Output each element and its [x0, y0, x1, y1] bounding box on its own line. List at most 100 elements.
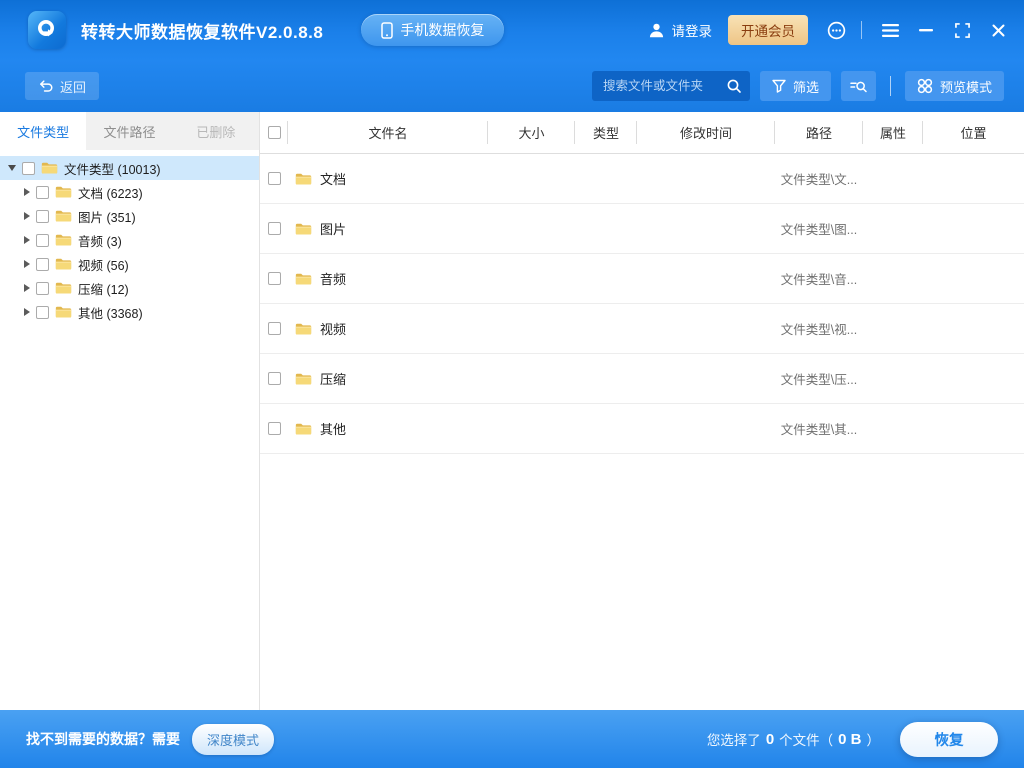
selection-mid: 个文件（ — [779, 733, 834, 748]
expand-caret-icon[interactable] — [24, 236, 30, 244]
preview-mode-label: 预览模式 — [939, 79, 992, 95]
file-type-tree: 文件类型 (10013) 文档 (6223) 图片 (351) 音频 (3) 视… — [0, 150, 259, 324]
selected-count: 0 — [765, 730, 775, 748]
checkbox[interactable] — [36, 305, 49, 319]
search-icon[interactable] — [726, 78, 742, 94]
expand-caret-icon[interactable] — [24, 308, 30, 316]
folder-icon — [55, 306, 72, 318]
filter-search-button[interactable] — [840, 71, 876, 101]
tree-item-label: 视频 (56) — [78, 258, 129, 273]
close-button[interactable] — [982, 14, 1014, 46]
back-button[interactable]: 返回 — [25, 72, 100, 100]
tree-item-file-type-root[interactable]: 文件类型 (10013) — [0, 156, 259, 180]
column-header-location: 位置 — [960, 126, 987, 141]
table-row[interactable]: 图片 文件类型\图... — [260, 204, 1024, 254]
column-header-filename: 文件名 — [288, 112, 488, 153]
tree-item-label: 图片 (351) — [78, 210, 136, 225]
tree-item-archive[interactable]: 压缩 (12) — [0, 276, 259, 300]
file-table: 文件名 大小 类型 修改时间 路径 属性 位置 文档 文件类型\文... 图片 … — [260, 112, 1024, 710]
folder-icon — [295, 323, 312, 335]
tree-item-label: 压缩 (12) — [78, 282, 129, 297]
preview-mode-button[interactable]: 预览模式 — [904, 71, 1004, 101]
folder-icon — [41, 162, 58, 174]
folder-icon — [295, 273, 312, 285]
row-checkbox[interactable] — [267, 372, 281, 385]
tab-file-path[interactable]: 文件路径 — [86, 112, 172, 150]
tree-item-label: 音频 (3) — [78, 234, 122, 249]
phone-recovery-button[interactable]: 手机数据恢复 — [361, 14, 505, 46]
file-name: 图片 — [320, 222, 347, 237]
tree-item-audio[interactable]: 音频 (3) — [0, 228, 259, 252]
select-all-cell — [260, 112, 288, 153]
phone-recovery-label: 手机数据恢复 — [400, 22, 485, 38]
menu-button[interactable] — [874, 14, 906, 46]
footer: 找不到需要的数据？需要 深度模式 您选择了 0 个文件（ 0 B ） 恢复 — [0, 710, 1024, 768]
tree-item-video[interactable]: 视频 (56) — [0, 252, 259, 276]
recover-button[interactable]: 恢复 — [900, 721, 998, 757]
checkbox[interactable] — [36, 281, 49, 295]
expand-caret-icon[interactable] — [24, 188, 30, 196]
file-path: 文件类型\压... — [780, 373, 858, 387]
file-name: 视频 — [320, 322, 347, 337]
row-checkbox[interactable] — [267, 222, 281, 235]
selection-prefix: 您选择了 — [706, 733, 761, 748]
table-row[interactable]: 音频 文件类型\音... — [260, 254, 1024, 304]
table-row[interactable]: 其他 文件类型\其... — [260, 404, 1024, 454]
selection-summary: 您选择了 0 个文件（ 0 B ） — [707, 729, 880, 749]
tab-file-type[interactable]: 文件类型 — [0, 112, 87, 150]
row-checkbox[interactable] — [267, 422, 281, 435]
row-checkbox[interactable] — [267, 322, 281, 335]
toolbar-right-group: 筛选 预览模式 — [591, 71, 1004, 101]
tree-item-other[interactable]: 其他 (3368) — [0, 300, 259, 324]
file-path: 文件类型\其... — [780, 423, 858, 437]
titlebar-controls: 请登录 开通会员 — [648, 14, 1015, 46]
folder-icon — [55, 258, 72, 270]
deep-mode-button[interactable]: 深度模式 — [192, 723, 275, 755]
checkbox[interactable] — [36, 209, 49, 223]
file-name: 压缩 — [320, 372, 347, 387]
app-title: 转转大师数据恢复软件V2.0.8.8 — [81, 22, 324, 42]
table-row[interactable]: 压缩 文件类型\压... — [260, 354, 1024, 404]
maximize-button[interactable] — [946, 14, 978, 46]
folder-icon — [55, 282, 72, 294]
file-name: 音频 — [320, 272, 347, 287]
file-path: 文件类型\音... — [780, 273, 858, 287]
table-row[interactable]: 文档 文件类型\文... — [260, 154, 1024, 204]
select-all-checkbox[interactable] — [267, 126, 281, 139]
filter-label: 筛选 — [792, 79, 819, 95]
row-checkbox[interactable] — [267, 172, 281, 185]
search-box[interactable] — [591, 71, 750, 101]
minimize-button[interactable] — [910, 14, 942, 46]
customer-service-icon[interactable] — [826, 20, 847, 41]
checkbox[interactable] — [36, 257, 49, 271]
tree-item-label: 文档 (6223) — [78, 186, 143, 201]
tree-item-images[interactable]: 图片 (351) — [0, 204, 259, 228]
filter-button[interactable]: 筛选 — [759, 71, 831, 101]
row-checkbox[interactable] — [267, 272, 281, 285]
folder-icon — [295, 173, 312, 185]
back-icon — [38, 79, 53, 93]
checkbox[interactable] — [36, 185, 49, 199]
preview-grid-icon — [917, 78, 933, 94]
expand-caret-icon[interactable] — [24, 284, 30, 292]
file-path: 文件类型\图... — [780, 223, 858, 237]
table-row[interactable]: 视频 文件类型\视... — [260, 304, 1024, 354]
vip-button[interactable]: 开通会员 — [728, 15, 808, 45]
tree-item-label: 其他 (3368) — [78, 306, 143, 321]
expand-caret-icon[interactable] — [24, 212, 30, 220]
expand-caret-icon[interactable] — [24, 260, 30, 268]
file-path: 文件类型\文... — [780, 173, 858, 187]
table-header: 文件名 大小 类型 修改时间 路径 属性 位置 — [260, 112, 1024, 154]
back-label: 返回 — [60, 79, 87, 95]
tree-item-documents[interactable]: 文档 (6223) — [0, 180, 259, 204]
tab-deleted[interactable]: 已删除 — [173, 112, 259, 150]
folder-icon — [55, 234, 72, 246]
folder-icon — [55, 186, 72, 198]
checkbox[interactable] — [36, 233, 49, 247]
footer-selection-group: 您选择了 0 个文件（ 0 B ） 恢复 — [707, 721, 998, 757]
collapse-caret-icon[interactable] — [8, 165, 16, 171]
toolbar-divider — [889, 76, 891, 96]
login-button[interactable]: 请登录 — [648, 20, 712, 40]
funnel-icon — [772, 79, 786, 93]
checkbox[interactable] — [22, 161, 35, 175]
